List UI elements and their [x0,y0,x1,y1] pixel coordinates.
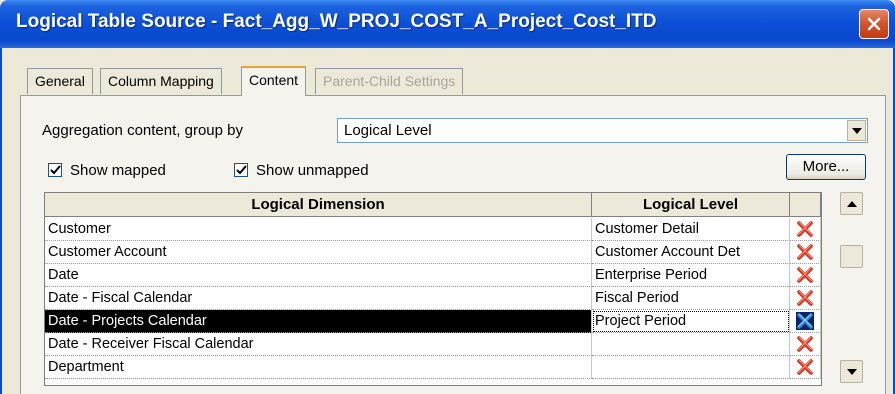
scroll-thumb[interactable] [840,245,863,268]
show-mapped-label[interactable]: Show mapped [70,162,166,179]
show-unmapped-label[interactable]: Show unmapped [256,162,369,179]
delete-red-x-icon[interactable] [796,220,814,238]
logical-dimension-cell[interactable]: Date - Fiscal Calendar [45,287,592,310]
aggregation-label: Aggregation content, group by [42,122,243,139]
tab-general[interactable]: General [27,68,93,94]
logical-level-cell[interactable]: Enterprise Period [592,264,790,287]
tab-parent-child-settings-label: Parent-Child Settings [323,73,456,89]
logical-level-cell[interactable]: Project Period [592,310,790,333]
column-header-logical-dimension[interactable]: Logical Dimension [45,193,592,217]
content-grid[interactable]: Logical Dimension Logical Level Customer… [44,192,822,386]
logical-dimension-cell[interactable]: Department [45,356,592,379]
tab-general-label: General [35,73,85,89]
logical-level-cell[interactable] [592,356,790,379]
delete-cell[interactable] [790,287,821,310]
chevron-down-icon [851,127,862,134]
delete-red-x-icon[interactable] [796,243,814,261]
arrow-down-icon [846,368,857,375]
logical-level-cell[interactable]: Customer Account Det [592,241,790,264]
title-bar[interactable]: Logical Table Source - Fact_Agg_W_PROJ_C… [0,0,895,48]
aggregation-select[interactable]: Logical Level [337,118,868,143]
tab-column-mapping-label: Column Mapping [108,73,214,89]
delete-cell[interactable] [790,218,821,241]
aggregation-value: Logical Level [344,122,432,139]
delete-blue-x-icon[interactable] [796,312,814,330]
column-header-logical-level[interactable]: Logical Level [592,193,790,217]
show-unmapped-checkbox[interactable] [234,163,248,177]
column-header-delete[interactable] [790,193,821,217]
tab-content-label: Content [249,72,299,88]
tab-parent-child-settings: Parent-Child Settings [315,68,464,94]
logical-dimension-cell[interactable]: Customer Account [45,241,592,264]
delete-red-x-icon[interactable] [796,335,814,353]
delete-cell[interactable] [790,356,821,379]
vertical-scrollbar[interactable] [838,192,865,386]
table-row[interactable]: Department [45,356,821,379]
tab-column-mapping[interactable]: Column Mapping [100,68,222,94]
delete-red-x-icon[interactable] [796,289,814,307]
delete-red-x-icon[interactable] [796,358,814,376]
table-row[interactable]: Date Enterprise Period [45,264,821,287]
logical-level-cell[interactable] [592,333,790,356]
close-icon [867,17,881,31]
logical-level-cell[interactable]: Fiscal Period [592,287,790,310]
table-row[interactable]: Customer Account Customer Account Det [45,241,821,264]
delete-cell[interactable] [790,264,821,287]
scroll-up-button[interactable] [840,192,863,215]
window-title: Logical Table Source - Fact_Agg_W_PROJ_C… [16,11,657,32]
logical-dimension-cell[interactable]: Date - Receiver Fiscal Calendar [45,333,592,356]
more-button[interactable]: More... [786,154,866,180]
table-row[interactable]: Date - Projects Calendar Project Period [45,310,821,333]
scroll-down-button[interactable] [840,360,863,383]
show-mapped-checkbox[interactable] [48,163,62,177]
logical-dimension-cell[interactable]: Date - Projects Calendar [45,310,592,333]
delete-cell[interactable] [790,333,821,356]
delete-cell[interactable] [790,310,821,333]
logical-level-cell[interactable]: Customer Detail [592,218,790,241]
table-row[interactable]: Customer Customer Detail [45,218,821,241]
delete-red-x-icon[interactable] [796,266,814,284]
table-row[interactable]: Date - Receiver Fiscal Calendar [45,333,821,356]
dropdown-button[interactable] [847,120,866,141]
delete-cell[interactable] [790,241,821,264]
table-row[interactable]: Date - Fiscal Calendar Fiscal Period [45,287,821,310]
logical-dimension-cell[interactable]: Customer [45,218,592,241]
checkmark-icon [50,165,61,175]
checkmark-icon [236,165,247,175]
logical-dimension-cell[interactable]: Date [45,264,592,287]
tab-content[interactable]: Content [241,66,307,96]
close-button[interactable] [859,9,889,39]
arrow-up-icon [846,200,857,207]
